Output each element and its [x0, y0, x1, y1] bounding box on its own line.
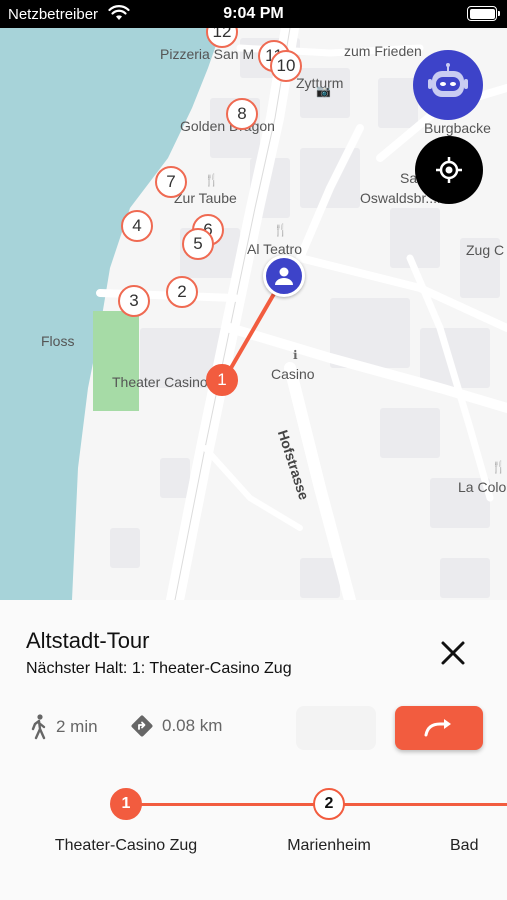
assistant-robot-button[interactable] — [413, 50, 483, 120]
map-label-floss: Floss — [41, 333, 75, 349]
battery-icon — [467, 6, 500, 21]
map-label-pizzeria: Pizzeria San M — [160, 46, 255, 62]
restaurant-icon: 🍴 — [204, 173, 219, 187]
stop-marker-10[interactable]: 10 — [270, 50, 302, 82]
clock: 9:04 PM — [223, 5, 284, 22]
timeline-stop-2[interactable]: 2 — [313, 788, 345, 820]
next-stop-text: Nächster Halt: 1: Theater-Casino Zug — [26, 660, 292, 677]
map-label-zug-c: Zug C — [466, 242, 505, 258]
timeline-stop-label: Theater-Casino Zug — [54, 837, 198, 854]
previous-stop-button[interactable] — [296, 706, 376, 750]
distance-value: 0.08 km — [162, 716, 223, 735]
stops-timeline[interactable]: 1 Theater-Casino Zug 2 Marienheim Bad — [0, 780, 507, 870]
map-view[interactable]: Pizzeria San M zum Frieden Zytturm Golde… — [0, 28, 507, 600]
directions-icon — [131, 715, 153, 737]
redo-arrow-icon — [424, 719, 451, 737]
status-bar: Netzbetreiber 9:04 PM — [0, 0, 507, 28]
tour-panel: Altstadt-Tour Nächster Halt: 1: Theater-… — [0, 600, 507, 900]
timeline-stop-label: Bad — [450, 837, 479, 854]
stop-marker-1[interactable]: 1 — [206, 364, 238, 396]
stop-marker-2[interactable]: 2 — [166, 276, 198, 308]
stop-marker-5[interactable]: 5 — [182, 228, 214, 260]
timeline-stop-label: Marienheim — [287, 837, 371, 854]
tour-title: Altstadt-Tour — [26, 628, 150, 653]
distance-info: 0.08 km — [130, 714, 222, 738]
stop-marker-7[interactable]: 7 — [155, 166, 187, 198]
robot-icon — [428, 63, 468, 97]
crosshair-icon — [436, 157, 462, 183]
restaurant-icon: 🍴 — [273, 223, 288, 237]
map-label-zur-taube: Zur Taube — [174, 190, 237, 206]
person-icon — [275, 267, 293, 285]
info-icon: ℹ — [293, 348, 298, 362]
map-label-burgbacke: Burgbacke — [424, 120, 491, 136]
stop-marker-8[interactable]: 8 — [226, 98, 258, 130]
map-label-la-colo: La Colo — [458, 479, 507, 495]
walk-time-info: 2 min — [30, 714, 98, 740]
restaurant-icon: 🍴 — [491, 460, 506, 474]
camera-icon: 📷 — [316, 84, 331, 98]
timeline-stop-1[interactable]: 1 — [110, 788, 142, 820]
stop-marker-4[interactable]: 4 — [121, 210, 153, 242]
next-stop-button[interactable] — [395, 706, 483, 750]
map-label-zum-frieden: zum Frieden — [344, 43, 422, 59]
map-label-casino: Casino — [271, 366, 315, 382]
walk-time-value: 2 min — [56, 717, 98, 736]
stop-marker-3[interactable]: 3 — [118, 285, 150, 317]
map-label-al-teatro: Al Teatro — [247, 241, 302, 257]
locate-me-button[interactable] — [415, 136, 483, 204]
walking-person-icon — [31, 714, 46, 740]
close-icon — [441, 641, 465, 665]
user-location-marker — [263, 255, 305, 297]
close-button[interactable] — [436, 636, 470, 670]
